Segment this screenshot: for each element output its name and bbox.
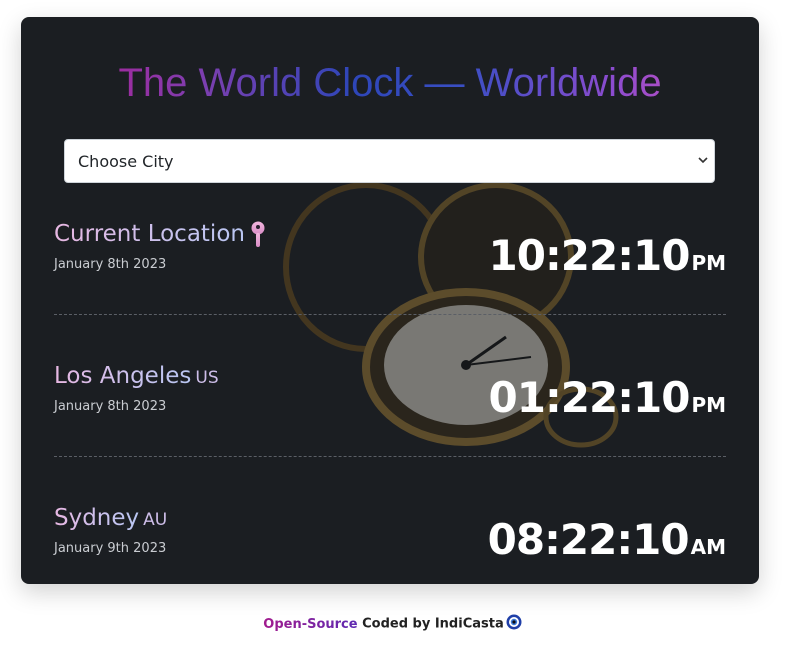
city-select[interactable]: Choose City	[64, 139, 715, 183]
footer-credit-text[interactable]: Coded by IndiCasta	[358, 617, 504, 632]
time-ampm: PM	[691, 251, 726, 275]
row-divider	[54, 456, 726, 457]
clock-row-current-location: Current Location January 8th 2023 10:22:…	[54, 217, 726, 280]
evil-eye-icon	[506, 614, 522, 630]
country-code: AU	[143, 510, 168, 530]
chevron-down-icon	[698, 157, 708, 164]
row-divider	[54, 314, 726, 315]
city-name: Los Angeles	[54, 359, 191, 393]
clock-time: 10:22:10 PM	[489, 231, 727, 280]
city-name: Current Location	[54, 217, 245, 251]
map-pin-icon	[251, 221, 265, 247]
time-ampm: PM	[691, 393, 726, 417]
country-code: US	[195, 368, 219, 388]
time-ampm: AM	[690, 535, 726, 559]
clock-card: The World Clock — Worldwide Choose City …	[21, 17, 759, 584]
city-name: Sydney	[54, 501, 139, 535]
clock-time: 01:22:10 PM	[489, 373, 727, 422]
city-select-value: Choose City	[78, 151, 174, 171]
clock-time: 08:22:10 AM	[488, 515, 726, 564]
page-title: The World Clock — Worldwide	[21, 61, 759, 106]
time-value: 08:22:10	[487, 515, 690, 564]
clock-row-los-angeles: Los Angeles US January 8th 2023 01:22:10 P…	[54, 359, 726, 422]
open-source-link[interactable]: Open-Source	[263, 617, 357, 632]
footer-credit: Open-Source Coded by IndiCasta	[0, 614, 785, 632]
time-value: 10:22:10	[488, 231, 691, 280]
clock-row-sydney: Sydney AU January 9th 2023 08:22:10 AM	[54, 501, 726, 564]
time-value: 01:22:10	[488, 373, 691, 422]
